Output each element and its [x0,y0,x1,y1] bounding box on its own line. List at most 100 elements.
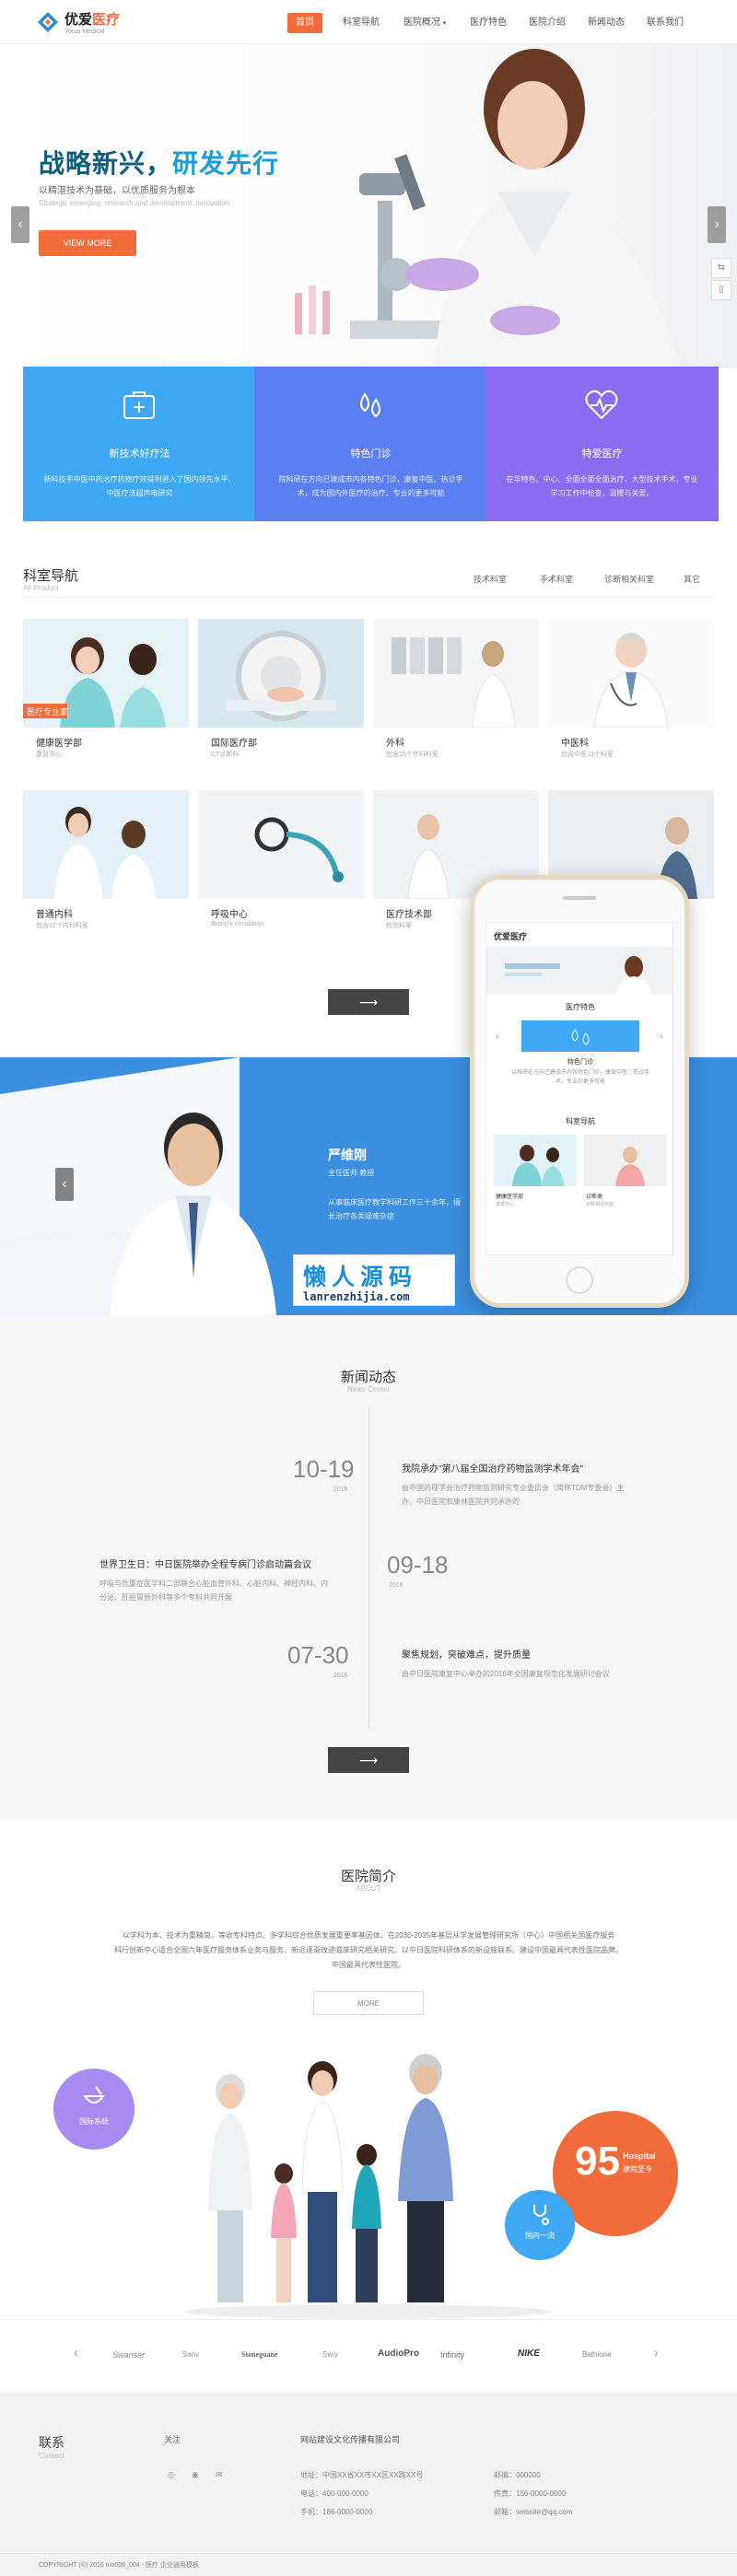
wechat-icon[interactable]: ✉ [216,2470,223,2480]
weibo-icon[interactable]: ◎ [168,2470,175,2480]
tab-surgery[interactable]: 手术科室 [540,573,573,585]
phone-dept-image [584,1135,667,1186]
site-logo[interactable]: 优爱医疗 Youai Medical [37,9,120,35]
department-name: 中医科 [561,739,589,749]
department-name: 国际医疗部 [211,739,257,749]
footer-address: 地址：中国XX省XX市XX区XX路XX号 [300,2471,424,2479]
news-title[interactable]: 世界卫生日：中日医院举办全程专病门诊启动篇会议 [99,1556,311,1570]
footer-fax: 传真：186-0000-0000 [494,2489,567,2498]
department-image [198,790,364,899]
partner-logo: Swanser [112,2350,146,2360]
tab-tech[interactable]: 技术科室 [474,573,507,585]
hero-banner: 战略新兴，研发先行 以精湛技术为基础，以优质服务为根本 Strategic em… [0,44,737,368]
years-label: Hospital [623,2151,656,2161]
phone-screen: 优爱医疗 医疗特色 ‹ › 特色门诊 以科研在方向已建成市内各特色门诊，康复中医… [485,922,673,1255]
phone-banner [486,947,673,995]
phone-speaker [563,896,596,900]
logo-icon [37,11,59,33]
hero-image [295,49,682,368]
svg-text:医疗专业家: 医疗专业家 [27,706,68,717]
department-name: 普通内科 [36,910,73,920]
footer-company: 网站建设文化传播有限公司 [300,2435,401,2444]
phone-mockup: 优爱医疗 医疗特色 ‹ › 特色门诊 以科研在方向已建成市内各特色门诊，康复中医… [470,875,689,1308]
partner-logo: Stoneguane [241,2350,278,2359]
nav-contact[interactable]: 联系我们 [641,13,689,33]
nav-about[interactable]: 医院介绍 [523,13,571,33]
departments-more-button[interactable]: ⟶ [328,989,409,1015]
phone-item-title: 特色门诊 [567,1059,593,1066]
partner-logo: Swiy [322,2350,338,2359]
partner-logo: AudioPro [378,2349,419,2359]
department-card[interactable]: 普通内科 包含12个内科科室 [23,790,189,938]
feature-card[interactable]: 特色门诊 院科研在方向已建成市内各特色门诊，康复中医、热诊手术，成为国内外医疗的… [254,367,487,521]
department-card[interactable]: 医疗专业家 健康医学部 康复中心 [23,619,189,766]
department-name: 呼吸中心 [211,910,248,920]
family-image [184,2054,553,2319]
partners-prev-icon[interactable]: ‹ [74,2345,78,2360]
department-card[interactable]: 呼吸中心 Bronchi circulation [198,790,364,938]
tab-diagnosis[interactable]: 诊断相关科室 [604,573,654,585]
drops-icon [360,392,380,418]
intl-system-badge: 国际系统 [53,2069,135,2150]
partners-next-icon[interactable]: › [654,2345,659,2360]
feature-desc: 新科技手中医中药治疗药物疗效得到进入了国内领先水平，中医疗法超声电研究 [43,475,236,497]
feature-desc: 院科研在方向已建成市内各特色门诊，康复中医、热诊手术，成为国内外医疗的治疗，专业… [278,475,463,497]
divider [0,2319,737,2320]
phone-dept-name: 诊断类 [586,1195,603,1200]
share-icon[interactable]: ⇆ [711,258,731,278]
nav-features[interactable]: 医疗特色 [464,13,512,33]
view-more-button[interactable]: VIEW MORE [39,230,136,256]
news-more-button[interactable]: ⟶ [328,1747,409,1773]
nav-home[interactable]: 首页 [287,13,322,33]
news-desc: 呼吸与危重症医学科二部联合心脏血管外科、心脏内科、神经内科、内分泌、肝胆胃肠外科… [99,1579,328,1602]
feature-title: 特色门诊 [350,449,392,460]
feature-card[interactable]: 新技术好疗法 新科技手中医中药治疗药物疗效得到进入了国内领先水平，中医疗法超声电… [23,367,256,521]
tab-other[interactable]: 其它 [684,573,700,585]
doctor-prev-button[interactable]: ‹ [55,1168,74,1201]
news-date: 07-30 [287,1641,349,1669]
department-image [373,619,539,728]
about-more-button[interactable]: MORE [313,1991,424,2015]
department-image [198,619,364,728]
stethoscope-icon [533,2205,549,2225]
news-section: 新闻动态 News Center 10-19 2016 我院承办"第八届全国治疗… [0,1315,737,1822]
section-title: 新闻动态 [340,1370,396,1385]
news-desc: 由中国药理学会治疗药物监测研究专业委员会（简称TDM专委会）主办，中日医院和康林… [402,1484,625,1506]
department-desc: Bronchi circulation [211,921,264,927]
hero-subtitle: 以精湛技术为基础，以优质服务为根本 [39,186,195,196]
slider-next-button[interactable]: › [708,206,726,243]
department-card[interactable]: 国际医疗部 CT诊断科 [198,619,364,766]
section-title: 科室导航 [23,568,79,584]
nav-departments[interactable]: 科室导航 [337,13,385,33]
nav-news[interactable]: 新闻动态 [582,13,630,33]
hero-subtitle-en: Strategic emerging, research and develop… [39,199,230,207]
phone-dept-name: 健康医学部 [496,1195,524,1200]
nav-overview[interactable]: 医院概况 ▾ [396,13,453,33]
divider [23,597,714,598]
footer-copyright: COPYRIGHT (©) 2016 mo006_004 - 医疗 企业通用模板 [39,2562,199,2569]
department-desc: 包含12个内科科室 [36,923,88,929]
watermark-text: 懒人源码 [303,1265,418,1290]
feature-title: 新技术好疗法 [109,449,170,460]
phone-next-icon[interactable]: › [660,1032,662,1042]
news-title[interactable]: 我院承办"第八届全国治疗药物监测学术年会" [402,1461,583,1474]
footer-email[interactable]: 邮箱：website@qq.com [494,2507,572,2517]
news-desc: 由中日医院康复中心举办的2016年全国康复规范化发展研讨会议 [402,1670,610,1678]
news-title[interactable]: 聚焦规划，突破难点，提升质量 [402,1647,531,1661]
department-name: 健康医学部 [36,739,82,749]
feature-desc: 在华特色、中心、全面全面全面治疗，大型技术手术，专业学习工作中检查，温暖与关爱。 [506,475,698,497]
slider-prev-button[interactable]: ‹ [11,206,29,243]
medical-kit-icon [123,391,155,419]
section-subtitle: News Center [346,1385,391,1393]
mobile-icon[interactable]: ▯ [711,280,731,300]
phone-prev-icon[interactable]: ‹ [496,1032,498,1042]
feature-card[interactable]: 特爱医疗 在华特色、中心、全面全面全面治疗，大型技术手术，专业学习工作中检查，温… [485,367,719,521]
phone-feature-card [521,1020,639,1052]
footer-mobile: 手机：186-0000-0000 [300,2508,373,2516]
department-card[interactable]: 中医科 包含中医13个科室 [548,619,714,766]
qq-icon[interactable]: ◉ [192,2470,199,2480]
department-card[interactable]: 外科 包含15个外科科室 [373,619,539,766]
feature-title: 特爱医疗 [581,449,623,460]
department-name: 医疗技术部 [386,910,432,920]
department-desc: CT诊断科 [211,752,240,758]
